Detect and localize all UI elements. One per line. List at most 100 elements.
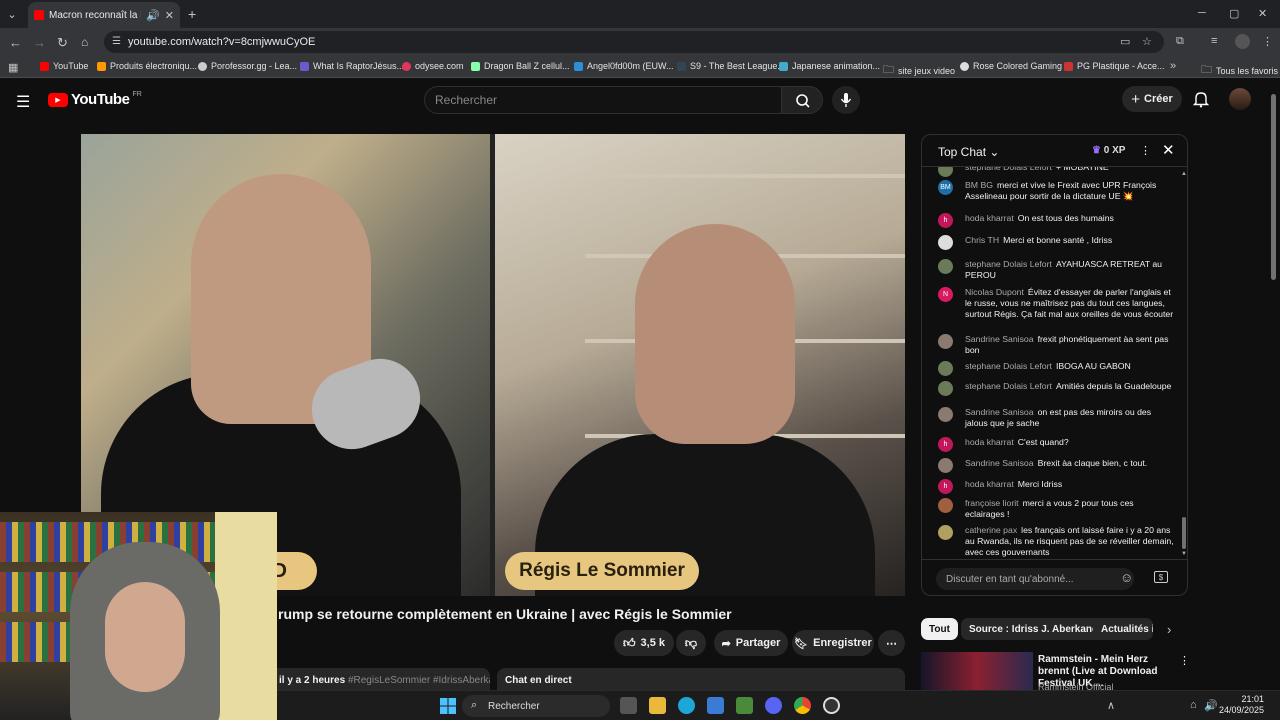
chat-author[interactable]: hoda kharrat (965, 479, 1014, 489)
chat-message[interactable]: N Nicolas Dupont Évitez d'essayer de parle… (938, 287, 1174, 320)
discord-icon[interactable] (765, 697, 782, 714)
avatar[interactable]: h (938, 479, 953, 494)
chat-author[interactable]: stephane Dolais Lefort (965, 259, 1052, 269)
avatar[interactable]: h (938, 437, 953, 452)
install-icon[interactable]: ▭ (1120, 35, 1130, 48)
speaker-icon[interactable]: 🔊 (146, 9, 160, 22)
avatar[interactable] (938, 334, 953, 349)
chat-author[interactable]: BM BG (965, 180, 993, 190)
close-tab-icon[interactable]: ✕ (165, 9, 174, 22)
chat-author[interactable]: hoda kharrat (965, 437, 1014, 447)
store-icon[interactable] (707, 697, 724, 714)
chevron-right-icon[interactable]: › (1167, 622, 1171, 637)
like-button[interactable]: 👍︎ 3,5 k (614, 630, 674, 656)
chat-message[interactable]: stephane Dolais Lefort AYAHUASCA RETREAT … (938, 259, 1174, 281)
chat-message[interactable]: françoise liorit merci a vous 2 pour tous… (938, 498, 1174, 520)
bookmark-pg-plastique[interactable]: PG Plastique - Acce... (1064, 61, 1165, 71)
chat-message[interactable]: Chris TH Merci et bonne santé , Idriss (938, 235, 1174, 250)
bookmark-youtube[interactable]: YouTube (40, 61, 88, 71)
chat-author[interactable]: Sandrine Sanisoa (965, 458, 1034, 468)
chat-message[interactable]: stephane Dolais Lefort Amitiés depuis la … (938, 381, 1174, 396)
chip-news[interactable]: Actualités i (1093, 618, 1153, 640)
dislike-button[interactable]: 👎︎ (676, 630, 706, 656)
bookmark-star-icon[interactable]: ☆ (1142, 35, 1152, 48)
avatar[interactable] (938, 498, 953, 513)
avatar[interactable] (938, 407, 953, 422)
chat-author[interactable]: Sandrine Sanisoa (965, 407, 1034, 417)
chat-message[interactable]: Sandrine Sanisoa frexit phonétiquement àa… (938, 334, 1174, 356)
chat-author[interactable]: stephane Dolais Lefort (965, 361, 1052, 371)
menu-icon[interactable]: ⋮ (1262, 35, 1273, 48)
minecraft-icon[interactable] (736, 697, 753, 714)
file-explorer-icon[interactable] (649, 697, 666, 714)
recommended-video[interactable]: Rammstein - Mein Herz brennt (Live at Do… (921, 652, 1261, 692)
user-avatar[interactable] (1229, 88, 1251, 110)
chat-message[interactable]: stephane Dolais Lefort + MOBAYINE (938, 167, 1174, 177)
bookmark-produits[interactable]: Produits électroniqu... (97, 61, 197, 71)
chat-message[interactable]: Sandrine Sanisoa Brexit àa claque bien, c… (938, 458, 1174, 473)
browser-tab[interactable]: Macron reconnaît la Palestine 🔊 ✕ (28, 2, 180, 28)
taskbar-search[interactable]: ⌕ Rechercher (462, 695, 610, 717)
bookmark-odysee[interactable]: odysee.com (402, 61, 464, 71)
more-bookmarks-icon[interactable]: » (1170, 60, 1176, 72)
chat-author[interactable]: Nicolas Dupont (965, 287, 1024, 297)
extensions-icon[interactable]: ⧉ (1176, 35, 1184, 48)
super-chat-icon[interactable]: $ (1154, 571, 1168, 583)
taskbar-clock[interactable]: 21:01 24/09/2025 (1219, 694, 1264, 716)
chat-message[interactable]: h hoda kharrat C'est quand? (938, 437, 1174, 452)
chat-author[interactable]: stephane Dolais Lefort (965, 167, 1052, 172)
notifications-bell-icon[interactable] (1192, 90, 1210, 108)
chat-mode-selector[interactable]: Top Chat ⌄ (938, 145, 999, 159)
bookmark-dragonball[interactable]: Dragon Ball Z cellul... (471, 61, 570, 71)
bookmark-rose-colored[interactable]: Rose Colored Gaming (960, 61, 1062, 71)
chat-scrollbar[interactable]: ▲ ▼ (1181, 171, 1187, 557)
reload-icon[interactable]: ↻ (57, 35, 68, 51)
avatar[interactable] (938, 259, 953, 274)
chat-author[interactable]: françoise liorit (965, 498, 1019, 508)
create-button[interactable]: + Créer (1122, 86, 1182, 112)
forward-icon[interactable]: → (33, 35, 46, 50)
chat-message[interactable]: BM BM BG merci et vive le Frexit avec UPR … (938, 180, 1174, 202)
voice-search-button[interactable] (832, 86, 860, 114)
bookmark-porofessor[interactable]: Porofessor.gg - Lea... (198, 61, 297, 71)
avatar[interactable] (938, 525, 953, 540)
page-scrollbar[interactable] (1268, 84, 1278, 284)
address-bar[interactable]: ☰ youtube.com/watch?v=8cmjwwuCyOE ▭ ☆ (104, 31, 1164, 53)
recommended-thumbnail[interactable] (921, 652, 1033, 692)
media-icon[interactable]: ≡ (1211, 35, 1217, 47)
scroll-up-icon[interactable]: ▲ (1181, 171, 1187, 177)
close-window-icon[interactable]: ✕ (1258, 7, 1267, 20)
close-chat-icon[interactable]: ✕ (1162, 141, 1175, 159)
volume-icon[interactable]: 🔊 (1204, 699, 1218, 712)
bookmark-angel[interactable]: Angel0fd00m (EUW... (574, 61, 674, 71)
task-view-icon[interactable] (620, 697, 637, 714)
avatar[interactable] (938, 167, 953, 177)
chip-source[interactable]: Source : Idriss J. Aberkane (961, 618, 1106, 640)
avatar[interactable] (938, 381, 953, 396)
apps-icon[interactable]: ▦ (8, 61, 18, 74)
bookmark-raptorjesus[interactable]: What Is RaptorJésus... (300, 61, 404, 71)
tray-chevron-icon[interactable]: ∧ (1107, 699, 1115, 712)
chip-all[interactable]: Tout (921, 618, 958, 640)
avatar[interactable] (938, 458, 953, 473)
chat-options-icon[interactable]: ⋮ (1140, 144, 1151, 157)
emoji-icon[interactable]: ☺ (1120, 570, 1133, 585)
chat-message[interactable]: Sandrine Sanisoa on est pas des miroirs o… (938, 407, 1174, 429)
maximize-icon[interactable]: ▢ (1229, 7, 1239, 20)
chat-message[interactable]: stephane Dolais Lefort IBOGA AU GABON (938, 361, 1174, 376)
home-icon[interactable]: ⌂ (81, 35, 88, 49)
search-button[interactable] (781, 86, 823, 114)
avatar[interactable]: BM (938, 180, 953, 195)
chat-author[interactable]: hoda kharrat (965, 213, 1014, 223)
bookmark-s9[interactable]: S9 - The Best League... (677, 61, 785, 71)
recommended-menu-icon[interactable]: ⋮ (1179, 654, 1190, 667)
search-input[interactable]: Rechercher (424, 86, 782, 114)
chat-message-input[interactable]: Discuter en tant qu'abonné... (936, 568, 1134, 590)
chat-author[interactable]: Sandrine Sanisoa (965, 334, 1034, 344)
chat-author[interactable]: Chris TH (965, 235, 999, 245)
video-description[interactable]: il y a 2 heures #RegisLeSommier #IdrissA… (277, 668, 490, 690)
chrome-icon[interactable] (794, 697, 811, 714)
chat-message[interactable]: h hoda kharrat Merci Idriss (938, 479, 1174, 494)
back-icon[interactable]: ← (9, 35, 22, 50)
minimize-icon[interactable]: ─ (1198, 7, 1206, 19)
